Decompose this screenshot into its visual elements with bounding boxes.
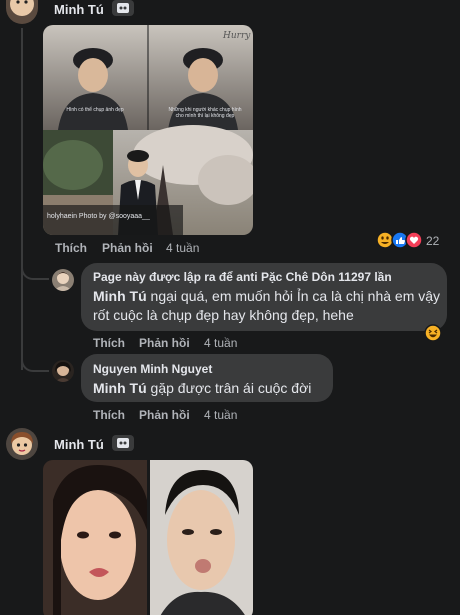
avatar[interactable] xyxy=(52,360,74,382)
avatar[interactable] xyxy=(6,0,38,24)
image-watermark: holyhaein Photo by @sooyaaa__ xyxy=(47,213,150,220)
comment-time[interactable]: 4 tuần xyxy=(204,408,237,422)
mention-link[interactable]: Minh Tú xyxy=(93,380,147,396)
image-caption: Những khi người khác chụp hình cho mình … xyxy=(168,107,242,119)
avatar[interactable] xyxy=(6,428,38,460)
image-signature: Hurry xyxy=(223,31,251,41)
top-fan-badge-icon xyxy=(112,0,134,16)
haha-reaction-icon[interactable] xyxy=(424,324,442,342)
comment-time[interactable]: 4 tuần xyxy=(204,336,237,350)
reply-text: Minh Tú ngại quá, em muốn hỏi Ỉn ca là c… xyxy=(93,288,441,323)
comment-author[interactable]: Minh Tú xyxy=(54,2,104,17)
reply-author[interactable]: Page này được lập ra để anti Pặc Chê Dôn… xyxy=(93,270,392,284)
reply-text: Minh Tú gặp được trân ái cuộc đời xyxy=(93,380,312,396)
comment-time[interactable]: 4 tuần xyxy=(166,241,199,255)
like-button[interactable]: Thích xyxy=(55,241,87,255)
reply-button[interactable]: Phản hồi xyxy=(139,336,190,350)
thread-line xyxy=(21,28,23,370)
reply-button[interactable]: Phản hồi xyxy=(139,408,190,422)
avatar[interactable] xyxy=(52,269,74,291)
reactions[interactable] xyxy=(376,231,423,249)
image-caption: Hình có thể chụp ảnh đẹp xyxy=(66,107,124,113)
reply-button[interactable]: Phản hồi xyxy=(102,241,153,255)
thread-connector xyxy=(21,350,49,372)
reply-author[interactable]: Nguyen Minh Nguyet xyxy=(93,362,212,376)
top-fan-badge-icon xyxy=(112,435,134,451)
like-button[interactable]: Thích xyxy=(93,408,125,422)
mention-link[interactable]: Minh Tú xyxy=(93,288,147,304)
comment-author[interactable]: Minh Tú xyxy=(54,437,104,452)
thread-connector xyxy=(21,260,49,280)
like-button[interactable]: Thích xyxy=(93,336,125,350)
comment-image[interactable] xyxy=(43,460,253,615)
reaction-count[interactable]: 22 xyxy=(426,234,439,248)
comment-image[interactable]: Hình có thể chụp ảnh đẹp Những khi người… xyxy=(43,25,253,235)
